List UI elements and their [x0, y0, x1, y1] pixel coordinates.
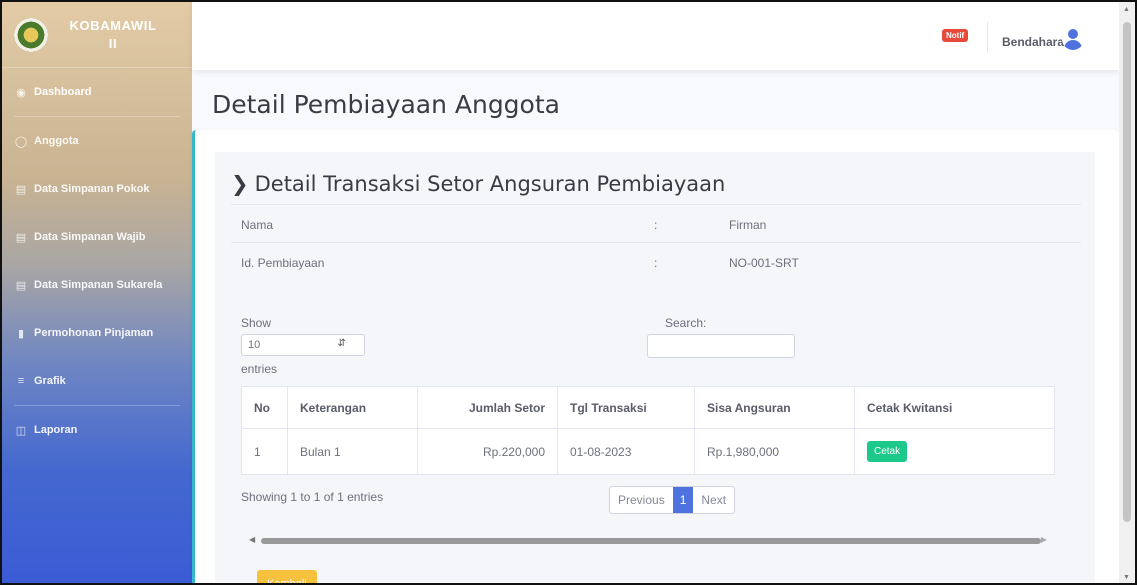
page-title: Detail Pembiayaan Anggota [212, 90, 560, 119]
brand-name-line1: KOBAMAWIL [69, 17, 157, 33]
dashboard-icon: ◉ [16, 86, 26, 99]
sidebar-item-label: Data Simpanan Wajib [34, 231, 146, 243]
back-button[interactable]: Kembali [257, 570, 317, 583]
cetak-button[interactable]: Cetak [867, 441, 908, 462]
sidebar-item-laporan[interactable]: ◫ Laporan [2, 406, 192, 454]
info-value: Firman [729, 218, 767, 232]
select-arrows-icon: ⇵ [337, 338, 346, 349]
search-label: Search: [665, 316, 707, 330]
detail-card: ❯ Detail Transaksi Setor Angsuran Pembiay… [192, 130, 1119, 583]
show-label: Show [241, 316, 272, 330]
info-row-nama: Nama : Firman [231, 204, 1081, 244]
sidebar-item-label: Data Simpanan Pokok [34, 183, 150, 195]
entries-length-select[interactable]: 10 ⇵ [241, 334, 365, 356]
pagination-previous[interactable]: Previous [610, 487, 673, 513]
user-name[interactable]: Bendahara [1002, 35, 1064, 49]
transactions-table: No Keterangan Jumlah Setor Tgl Transaksi… [241, 386, 1055, 475]
cell-keterangan: Bulan 1 [287, 428, 418, 475]
table-header-row: No Keterangan Jumlah Setor Tgl Transaksi… [241, 386, 1055, 429]
table-info: Showing 1 to 1 of 1 entries [241, 490, 384, 504]
sidebar-item-permohonan-pinjaman[interactable]: ▮ Permohonan Pinjaman [2, 309, 192, 357]
sidebar-item-dashboard[interactable]: ◉ Dashboard [2, 68, 192, 116]
file-icon: ▮ [17, 327, 25, 340]
scrollbar-thumb[interactable] [1123, 22, 1131, 522]
sidebar-item-label: Laporan [34, 424, 78, 436]
cell-jumlah-setor: Rp.220,000 [417, 428, 558, 475]
info-row-id-pembiayaan: Id. Pembiayaan : NO-001-SRT [231, 242, 1081, 282]
sidebar-item-label: Grafik [34, 375, 66, 387]
user-icon: ◯ [14, 135, 28, 148]
cell-no: 1 [241, 428, 288, 475]
section-title-text: Detail Transaksi Setor Angsuran Pembiaya… [254, 172, 726, 196]
info-separator: : [654, 218, 658, 232]
list-icon: ▤ [15, 183, 27, 196]
topbar-divider [987, 22, 988, 52]
sidebar-nav: ◉ Dashboard ◯ Anggota ▤ Data Simpanan Po… [2, 68, 192, 454]
sidebar-item-label: Permohonan Pinjaman [34, 327, 154, 339]
report-icon: ◫ [15, 424, 27, 437]
bars-icon: ≡ [17, 375, 25, 387]
notification-badge[interactable]: Notif [942, 29, 969, 42]
search-input[interactable] [647, 334, 795, 358]
scroll-right-icon[interactable]: ▶ [1041, 535, 1047, 544]
column-header-no[interactable]: No [241, 386, 288, 429]
column-header-keterangan[interactable]: Keterangan [287, 386, 418, 429]
entries-length-value: 10 [248, 339, 261, 351]
brand-name: KOBAMAWIL II [58, 17, 168, 53]
user-avatar-icon[interactable] [1062, 28, 1084, 50]
info-value: NO-001-SRT [729, 256, 799, 270]
sidebar-item-simpanan-wajib[interactable]: ▤ Data Simpanan Wajib [2, 213, 192, 261]
list-icon: ▤ [15, 231, 27, 244]
list-icon: ▤ [15, 279, 27, 292]
cell-tgl-transaksi: 01-08-2023 [557, 428, 695, 475]
sidebar: KOBAMAWIL II ◉ Dashboard ◯ Anggota ▤ Dat… [2, 2, 192, 583]
cell-cetak-kwitansi: Cetak [854, 428, 1055, 475]
chevron-right-icon: ❯ [231, 172, 249, 196]
brand-name-line2: II [108, 35, 118, 51]
scrollbar-thumb[interactable] [261, 538, 1041, 544]
sidebar-item-grafik[interactable]: ≡ Grafik [2, 357, 192, 405]
sidebar-item-anggota[interactable]: ◯ Anggota [2, 117, 192, 165]
scroll-left-icon[interactable]: ◀ [249, 535, 255, 544]
topbar: Notif Bendahara [192, 2, 1119, 70]
scroll-down-icon[interactable]: ▼ [1123, 574, 1130, 581]
cell-sisa-angsuran: Rp.1,980,000 [694, 428, 855, 475]
column-header-jumlah-setor[interactable]: Jumlah Setor [417, 386, 558, 429]
entries-label: entries [241, 362, 278, 376]
info-separator: : [654, 256, 658, 270]
table-row: 1 Bulan 1 Rp.220,000 01-08-2023 Rp.1,980… [241, 428, 1055, 475]
detail-panel: ❯ Detail Transaksi Setor Angsuran Pembiay… [215, 152, 1095, 582]
section-title: ❯ Detail Transaksi Setor Angsuran Pembiay… [231, 172, 725, 196]
pagination-next[interactable]: Next [693, 487, 734, 513]
vertical-scrollbar[interactable]: ▲ ▼ [1119, 2, 1135, 583]
sidebar-item-label: Anggota [34, 135, 79, 147]
column-header-cetak-kwitansi[interactable]: Cetak Kwitansi [854, 386, 1055, 429]
app-window: KOBAMAWIL II ◉ Dashboard ◯ Anggota ▤ Dat… [0, 0, 1137, 585]
sidebar-item-label: Data Simpanan Sukarela [34, 279, 163, 291]
horizontal-scrollbar[interactable]: ◀ ▶ [241, 535, 1055, 546]
pagination-page-1[interactable]: 1 [672, 487, 694, 513]
sidebar-item-simpanan-sukarela[interactable]: ▤ Data Simpanan Sukarela [2, 261, 192, 309]
pagination: Previous 1 Next [609, 486, 736, 514]
column-header-tgl-transaksi[interactable]: Tgl Transaksi [557, 386, 695, 429]
sidebar-item-simpanan-pokok[interactable]: ▤ Data Simpanan Pokok [2, 165, 192, 213]
info-label: Id. Pembiayaan [241, 256, 325, 270]
info-label: Nama [241, 218, 274, 232]
sidebar-item-label: Dashboard [34, 86, 92, 98]
sidebar-brand[interactable]: KOBAMAWIL II [2, 2, 192, 68]
kobamawil-logo [14, 17, 48, 52]
column-header-sisa-angsuran[interactable]: Sisa Angsuran [694, 386, 855, 429]
scroll-up-icon[interactable]: ▲ [1123, 6, 1130, 13]
